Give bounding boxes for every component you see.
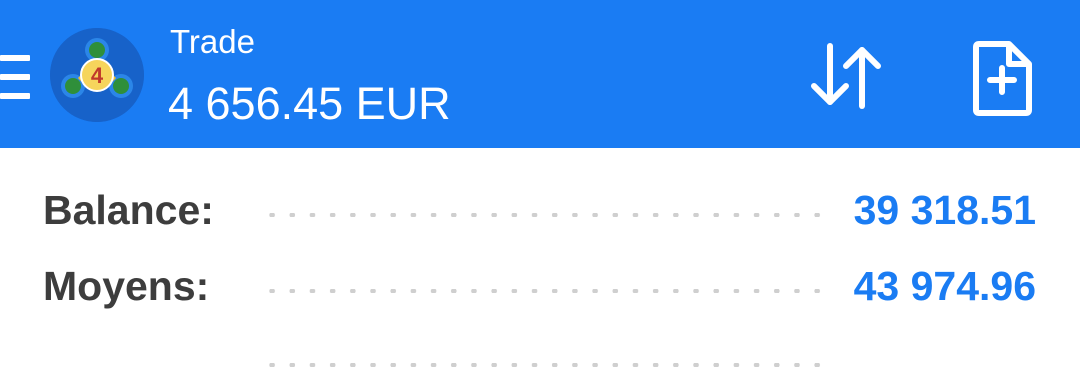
equity-row: Moyens: 43 974.96 <box>0 256 1080 316</box>
dotted-leader <box>262 363 827 367</box>
account-equity: 4 656.45 EUR <box>168 78 451 129</box>
equity-value: 43 974.96 <box>853 263 1036 309</box>
dotted-leader <box>262 289 827 293</box>
sort-arrows-icon[interactable] <box>800 36 890 116</box>
balance-label: Balance: <box>43 187 214 233</box>
equity-label: Moyens: <box>43 263 210 309</box>
app-bar: 4 Trade 4 656.45 EUR <box>0 0 1080 148</box>
app-title: Trade <box>170 23 255 60</box>
margin-row <box>0 330 1080 390</box>
dotted-leader <box>262 213 827 217</box>
metatrader-logo-icon: 4 <box>50 28 144 122</box>
svg-text:4: 4 <box>91 63 104 88</box>
new-document-icon[interactable] <box>965 38 1040 118</box>
balance-row: Balance: 39 318.51 <box>0 180 1080 240</box>
menu-icon[interactable] <box>0 55 30 99</box>
balance-value: 39 318.51 <box>853 187 1036 233</box>
